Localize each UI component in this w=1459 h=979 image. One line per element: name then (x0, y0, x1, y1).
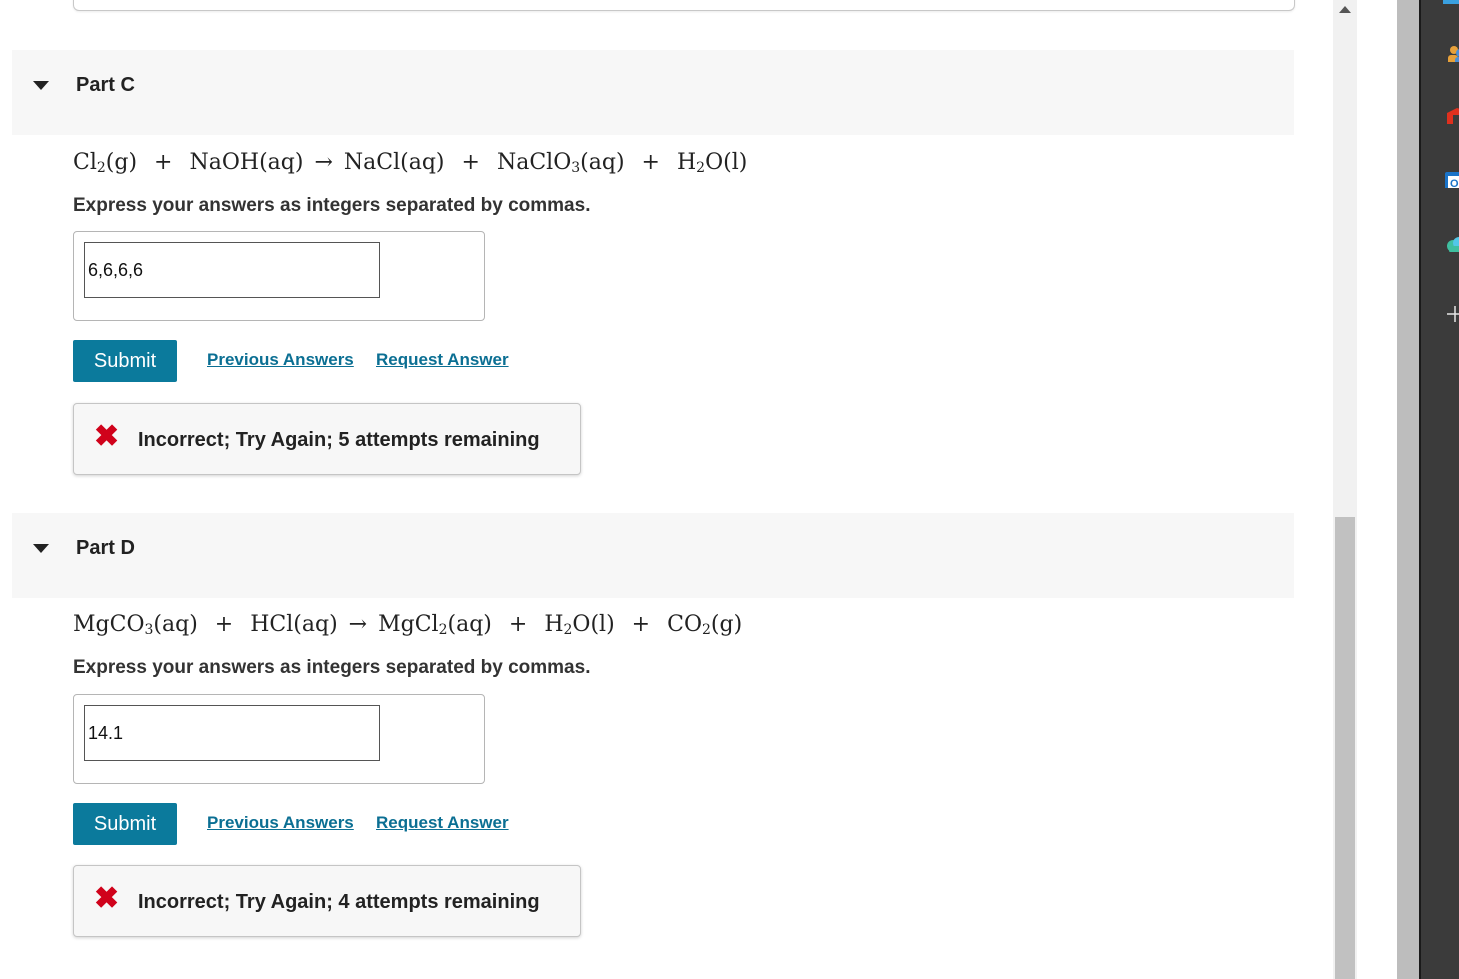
plus-sign: + (461, 150, 480, 175)
gap (1357, 0, 1397, 979)
answer-input[interactable] (84, 705, 380, 761)
reaction-arrow: → (348, 612, 368, 637)
species: H2O(l) (676, 150, 748, 176)
outlook-icon[interactable]: O (1445, 170, 1459, 188)
people-icon[interactable] (1445, 44, 1459, 62)
species: MgCl2(aq) (378, 612, 492, 638)
submit-button[interactable]: Submit (73, 803, 177, 845)
feedback-box: ✖ Incorrect; Try Again; 4 attempts remai… (73, 865, 581, 937)
x-mark-icon: ✖ (94, 882, 120, 915)
reaction-arrow: → (314, 150, 333, 175)
request-answer-link[interactable]: Request Answer (376, 350, 509, 370)
species: H2O(l) (544, 612, 615, 638)
instruction-text: Express your answers as integers separat… (73, 657, 591, 678)
caret-down-icon[interactable] (33, 544, 49, 553)
instruction-text: Express your answers as integers separat… (73, 195, 591, 216)
part-d-header[interactable]: Part D (12, 513, 1294, 598)
scrollbar-thumb[interactable] (1335, 517, 1355, 979)
species: NaCl(aq) (343, 150, 445, 175)
window-divider (1397, 0, 1419, 979)
plus-sign: + (631, 612, 651, 637)
caret-down-icon[interactable] (33, 81, 49, 90)
part-title: Part D (76, 537, 135, 559)
feedback-message: Incorrect; Try Again; 5 attempts remaini… (138, 429, 540, 451)
plus-sign: + (214, 612, 234, 637)
chemical-equation: MgCO3(aq) + HCl(aq) → MgCl2(aq) + H2O(l)… (73, 612, 742, 638)
chemical-equation: Cl2(g) + NaOH(aq) → NaCl(aq) + NaClO3(aq… (73, 150, 747, 176)
app-icon[interactable] (1443, 0, 1459, 10)
feedback-box: ✖ Incorrect; Try Again; 5 attempts remai… (73, 403, 581, 475)
species: NaOH(aq) (189, 150, 304, 175)
side-dock: O (1421, 0, 1459, 979)
scroll-up-arrow-icon[interactable] (1339, 6, 1351, 13)
species: NaClO3(aq) (496, 150, 625, 176)
answer-container (73, 231, 485, 321)
species: HCl(aq) (250, 612, 338, 637)
answer-container (73, 694, 485, 784)
part-c-header[interactable]: Part C (12, 50, 1294, 135)
plus-sign: + (154, 150, 173, 175)
cloud-icon[interactable] (1445, 234, 1459, 252)
answer-input[interactable] (84, 242, 380, 298)
request-answer-link[interactable]: Request Answer (376, 813, 509, 833)
part-title: Part C (76, 74, 135, 96)
feedback-message: Incorrect; Try Again; 4 attempts remaini… (138, 891, 540, 913)
x-mark-icon: ✖ (94, 420, 120, 453)
previous-part-card (73, 0, 1295, 11)
species: CO2(g) (667, 612, 743, 638)
plus-sign: + (641, 150, 660, 175)
svg-text:O: O (1450, 178, 1459, 188)
submit-button[interactable]: Submit (73, 340, 177, 382)
previous-answers-link[interactable]: Previous Answers (207, 813, 354, 833)
species: MgCO3(aq) (73, 612, 198, 638)
species: Cl2(g) (73, 150, 138, 176)
plus-sign: + (508, 612, 528, 637)
plus-icon[interactable] (1445, 304, 1459, 322)
previous-answers-link[interactable]: Previous Answers (207, 350, 354, 370)
office-icon[interactable] (1445, 106, 1459, 124)
